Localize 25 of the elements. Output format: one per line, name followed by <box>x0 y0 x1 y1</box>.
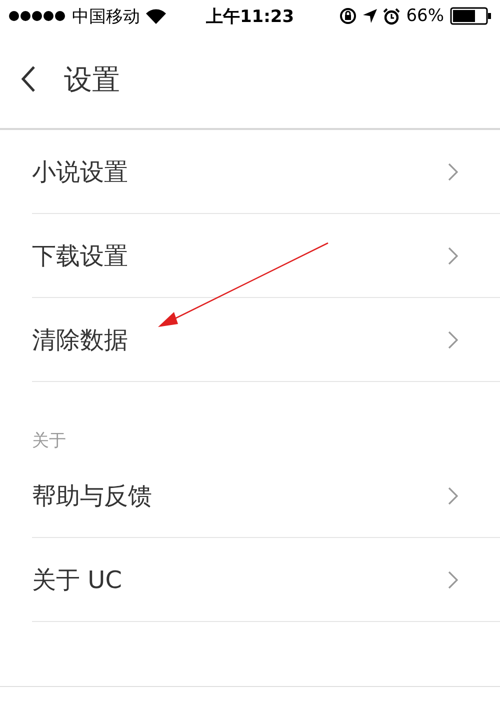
battery-icon <box>450 7 492 25</box>
rotation-lock-icon <box>339 7 358 25</box>
section-header: 关于 <box>32 430 66 453</box>
battery-percent: 66% <box>406 6 444 26</box>
chevron-icon <box>448 486 458 504</box>
settings-row[interactable]: 小说设置 <box>32 130 500 214</box>
settings-row[interactable]: 下载设置 <box>32 214 500 298</box>
clock-time: 上午11:23 <box>206 6 294 28</box>
chevron-icon <box>448 330 458 348</box>
wifi-icon <box>146 8 166 24</box>
alarm-icon <box>383 8 400 24</box>
chevron-icon <box>448 162 458 180</box>
row-label: 小说设置 <box>32 156 128 188</box>
chevron-icon <box>448 570 458 588</box>
page-title: 设置 <box>64 62 120 98</box>
location-icon <box>363 9 378 23</box>
settings-row[interactable]: 关于 UC <box>32 538 500 622</box>
carrier-name: 中国移动 <box>72 6 140 28</box>
signal-icon <box>8 10 66 22</box>
row-label: 下载设置 <box>32 240 128 272</box>
settings-row[interactable]: 帮助与反馈 <box>32 454 500 538</box>
row-label: 关于 UC <box>32 564 122 596</box>
row-label: 帮助与反馈 <box>32 480 152 512</box>
chevron-icon <box>448 246 458 264</box>
row-label: 清除数据 <box>32 324 128 356</box>
